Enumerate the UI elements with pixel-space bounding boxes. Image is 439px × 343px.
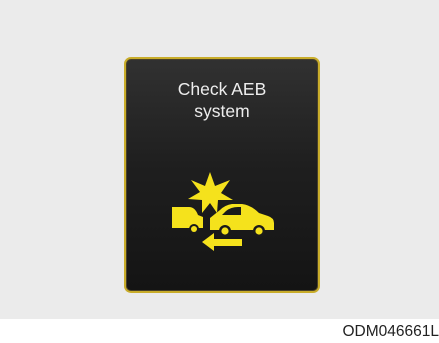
warning-title-line2: system <box>194 100 250 121</box>
figure-code: ODM046661L <box>342 323 439 340</box>
rear-vehicle-icon <box>210 204 274 230</box>
cluster-warning-display: Check AEB system <box>124 57 320 293</box>
warning-message: Check AEB system <box>126 79 318 123</box>
aeb-warning-icon <box>172 172 274 251</box>
warning-title-line1: Check AEB <box>177 79 267 99</box>
front-vehicle-icon <box>172 207 203 228</box>
